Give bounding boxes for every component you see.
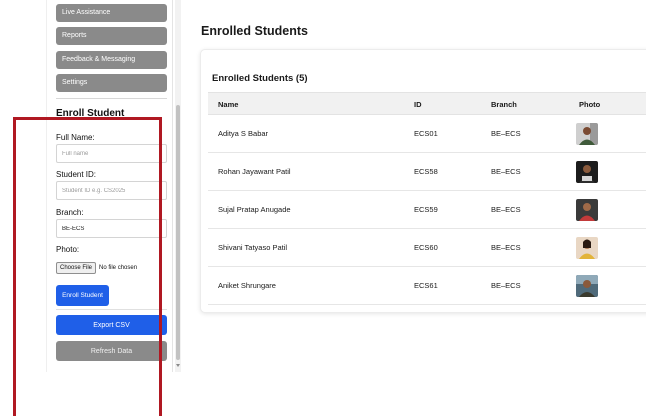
student-id: ECS60 xyxy=(414,243,438,252)
table-row: Aditya S Babar ECS01 BE–ECS xyxy=(208,115,646,153)
student-name: Rohan Jayawant Patil xyxy=(218,167,291,176)
student-id: ECS59 xyxy=(414,205,438,214)
nav-feedback-messaging-button[interactable]: Feedback & Messaging xyxy=(56,51,167,69)
nav-settings-button[interactable]: Settings xyxy=(56,74,167,92)
student-photo xyxy=(576,123,598,145)
file-status-text: No file chosen xyxy=(99,265,138,271)
student-photo xyxy=(576,199,598,221)
header-branch: Branch xyxy=(491,100,517,109)
export-csv-button[interactable]: Export CSV xyxy=(56,315,167,335)
header-name: Name xyxy=(218,100,239,109)
enroll-student-heading: Enroll Student xyxy=(56,108,125,119)
student-name: Aniket Shrungare xyxy=(218,281,276,290)
sidebar-section-divider xyxy=(56,309,167,310)
scroll-down-arrow-icon[interactable] xyxy=(176,364,180,367)
student-photo xyxy=(576,275,598,297)
student-id-label: Student ID: xyxy=(56,170,97,179)
sidebar: Live Assistance Reports Feedback & Messa… xyxy=(46,0,173,372)
refresh-data-button[interactable]: Refresh Data xyxy=(56,341,167,361)
photo-file-picker: Choose File No file chosen xyxy=(56,261,137,275)
sidebar-divider xyxy=(56,98,167,99)
student-name: Aditya S Babar xyxy=(218,129,269,138)
full-name-label: Full Name: xyxy=(56,133,95,142)
student-id: ECS01 xyxy=(414,129,438,138)
page-title: Enrolled Students xyxy=(201,24,308,38)
photo-label: Photo: xyxy=(56,245,80,254)
student-photo xyxy=(576,237,598,259)
student-branch: BE–ECS xyxy=(491,205,521,214)
table-row: Aniket Shrungare ECS61 BE–ECS xyxy=(208,267,646,305)
sidebar-scrollbar-thumb[interactable] xyxy=(176,105,180,360)
students-table: Name ID Branch Photo Aditya S Babar ECS0… xyxy=(208,92,646,305)
table-row: Rohan Jayawant Patil ECS58 BE–ECS xyxy=(208,153,646,191)
student-photo xyxy=(576,161,598,183)
student-id: ECS58 xyxy=(414,167,438,176)
nav-reports-button[interactable]: Reports xyxy=(56,27,167,45)
table-header-row: Name ID Branch Photo xyxy=(208,92,646,115)
header-id: ID xyxy=(414,100,422,109)
student-name: Shivani Tatyaso Patil xyxy=(218,243,288,252)
table-row: Shivani Tatyaso Patil ECS60 BE–ECS xyxy=(208,229,646,267)
full-name-input[interactable] xyxy=(56,144,167,163)
student-branch: BE–ECS xyxy=(491,243,521,252)
header-photo: Photo xyxy=(579,100,601,109)
student-branch: BE–ECS xyxy=(491,281,521,290)
enroll-student-button[interactable]: Enroll Student xyxy=(56,285,109,306)
student-branch: BE–ECS xyxy=(491,167,521,176)
student-name: Sujal Pratap Anugade xyxy=(218,205,291,214)
student-id: ECS61 xyxy=(414,281,438,290)
choose-file-button[interactable]: Choose File xyxy=(56,262,97,274)
branch-input[interactable] xyxy=(56,219,167,238)
branch-label: Branch: xyxy=(56,208,84,217)
enrolled-students-card: Enrolled Students (5) Name ID Branch Pho… xyxy=(200,49,646,313)
student-branch: BE–ECS xyxy=(491,129,521,138)
student-id-input[interactable] xyxy=(56,181,167,200)
table-row: Sujal Pratap Anugade ECS59 BE–ECS xyxy=(208,191,646,229)
card-title: Enrolled Students (5) xyxy=(212,73,308,84)
nav-live-assistance-button[interactable]: Live Assistance xyxy=(56,4,167,22)
